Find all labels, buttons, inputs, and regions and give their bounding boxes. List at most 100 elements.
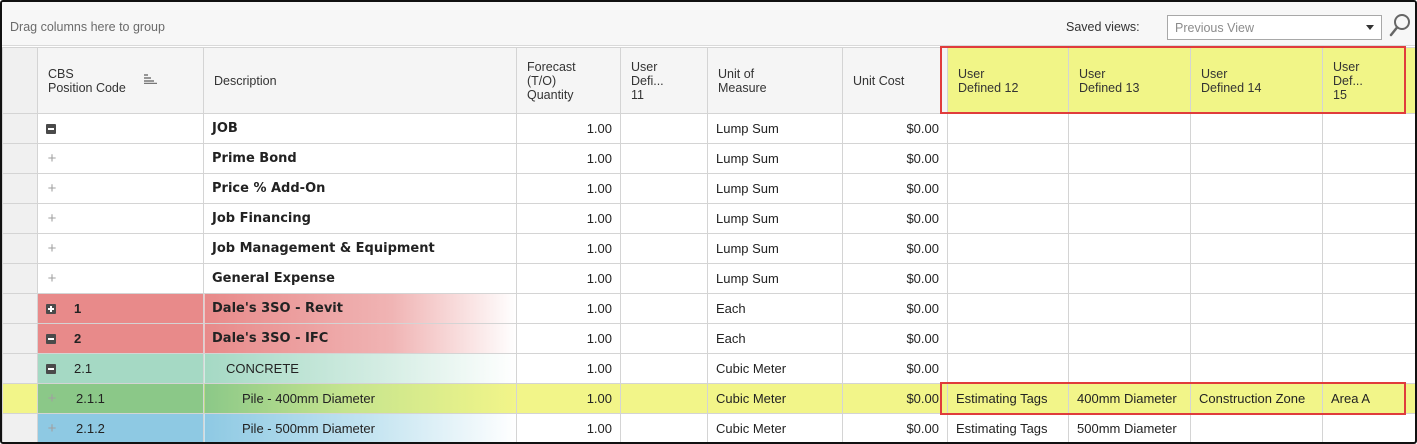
expand-icon[interactable]: + (46, 241, 58, 256)
cell-user-defined-15[interactable] (1322, 143, 1415, 174)
table-row[interactable]: + Job Financing 1.00 Lump Sum $0.00 (2, 203, 1415, 234)
cell-unit-cost[interactable]: $0.00 (842, 293, 948, 324)
cell-user-defined-13[interactable] (1068, 113, 1191, 144)
cell-user-defined-13[interactable] (1068, 233, 1191, 264)
cell-unit-of-measure[interactable]: Lump Sum (707, 173, 843, 204)
cell-user-defined-13[interactable] (1068, 203, 1191, 234)
cell-user-defined-15[interactable] (1322, 233, 1415, 264)
cell-user-defined-13[interactable]: 500mm Diameter (1068, 413, 1191, 442)
cell-user-defined-13[interactable] (1068, 143, 1191, 174)
cell-cbs-position-code[interactable]: 2 (37, 323, 204, 354)
cell-user-defined-13[interactable] (1068, 263, 1191, 294)
cell-unit-cost[interactable]: $0.00 (842, 173, 948, 204)
column-header-user-defined-11[interactable]: User Defi... 11 (620, 47, 708, 114)
cell-user-defined-15[interactable] (1322, 113, 1415, 144)
cell-user-defined-14[interactable] (1190, 353, 1323, 384)
sort-icon[interactable] (144, 74, 158, 84)
table-row[interactable]: + General Expense 1.00 Lump Sum $0.00 (2, 263, 1415, 294)
column-header-unit-of-measure[interactable]: Unit of Measure (707, 47, 843, 114)
cell-user-defined-12[interactable] (947, 113, 1069, 144)
cell-description[interactable]: Dale's 3SO - Revit (203, 293, 517, 324)
cell-unit-cost[interactable]: $0.00 (842, 413, 948, 442)
cell-description[interactable]: Job Management & Equipment (203, 233, 517, 264)
group-by-drop-area[interactable]: Drag columns here to group (10, 20, 165, 34)
cell-unit-of-measure[interactable]: Lump Sum (707, 263, 843, 294)
cell-user-defined-13[interactable] (1068, 173, 1191, 204)
cell-forecast-quantity[interactable]: 1.00 (516, 293, 621, 324)
cell-unit-of-measure[interactable]: Each (707, 323, 843, 354)
cell-description[interactable]: CONCRETE (203, 353, 517, 384)
cell-unit-of-measure[interactable]: Lump Sum (707, 233, 843, 264)
column-header-unit-cost[interactable]: Unit Cost (842, 47, 948, 114)
cell-cbs-position-code[interactable]: + (37, 203, 204, 234)
cell-user-defined-11[interactable] (620, 113, 708, 144)
cell-user-defined-11[interactable] (620, 173, 708, 204)
cell-user-defined-15[interactable] (1322, 413, 1415, 442)
cell-user-defined-15[interactable] (1322, 293, 1415, 324)
column-header-user-defined-12[interactable]: User Defined 12 (947, 47, 1069, 114)
cell-unit-cost[interactable]: $0.00 (842, 203, 948, 234)
cell-user-defined-11[interactable] (620, 353, 708, 384)
expand-icon[interactable]: + (46, 211, 58, 226)
cell-forecast-quantity[interactable]: 1.00 (516, 413, 621, 442)
cell-user-defined-12[interactable]: Estimating Tags (947, 413, 1069, 442)
saved-views-dropdown[interactable]: Previous View (1167, 15, 1382, 40)
cell-unit-of-measure[interactable]: Each (707, 293, 843, 324)
cell-user-defined-12[interactable] (947, 353, 1069, 384)
cell-user-defined-11[interactable] (620, 203, 708, 234)
table-row[interactable]: 2.1 CONCRETE 1.00 Cubic Meter $0.00 (2, 353, 1415, 384)
cell-cbs-position-code[interactable]: 1 (37, 293, 204, 324)
cell-user-defined-11[interactable] (620, 323, 708, 354)
column-header-user-defined-14[interactable]: User Defined 14 (1190, 47, 1323, 114)
expand-icon[interactable] (46, 303, 56, 314)
cell-forecast-quantity[interactable]: 1.00 (516, 203, 621, 234)
table-row[interactable]: + Job Management & Equipment 1.00 Lump Sum $… (2, 233, 1415, 264)
table-row[interactable]: + Prime Bond 1.00 Lump Sum $0.00 (2, 143, 1415, 174)
cell-cbs-position-code[interactable]: + (37, 263, 204, 294)
cell-user-defined-14[interactable]: Construction Zone (1190, 383, 1323, 414)
column-header-cbs[interactable]: CBS Position Code (37, 47, 204, 114)
cell-cbs-position-code[interactable]: + (37, 233, 204, 264)
cell-user-defined-12[interactable] (947, 233, 1069, 264)
column-header-forecast-quantity[interactable]: Forecast (T/O) Quantity (516, 47, 621, 114)
collapse-icon[interactable] (46, 363, 56, 374)
cell-user-defined-15[interactable] (1322, 173, 1415, 204)
cell-unit-cost[interactable]: $0.00 (842, 143, 948, 174)
cell-unit-cost[interactable]: $0.00 (842, 323, 948, 354)
cell-user-defined-12[interactable] (947, 173, 1069, 204)
expand-icon[interactable]: + (46, 391, 58, 406)
collapse-icon[interactable] (46, 333, 56, 344)
cell-user-defined-13[interactable] (1068, 293, 1191, 324)
cell-user-defined-12[interactable] (947, 203, 1069, 234)
cell-user-defined-12[interactable] (947, 293, 1069, 324)
expand-icon[interactable]: + (46, 271, 58, 286)
cell-unit-of-measure[interactable]: Lump Sum (707, 203, 843, 234)
cell-user-defined-11[interactable] (620, 233, 708, 264)
table-row[interactable]: +2.1.1 Pile - 400mm Diameter 1.00 Cubic Met… (2, 383, 1415, 414)
cell-description[interactable]: JOB (203, 113, 517, 144)
cell-user-defined-13[interactable] (1068, 353, 1191, 384)
cell-description[interactable]: Price % Add-On (203, 173, 517, 204)
cell-user-defined-14[interactable] (1190, 293, 1323, 324)
cell-user-defined-12[interactable]: Estimating Tags (947, 383, 1069, 414)
cell-user-defined-11[interactable] (620, 143, 708, 174)
cell-unit-of-measure[interactable]: Lump Sum (707, 113, 843, 144)
cell-user-defined-12[interactable] (947, 323, 1069, 354)
cell-unit-of-measure[interactable]: Cubic Meter (707, 383, 843, 414)
cell-user-defined-13[interactable]: 400mm Diameter (1068, 383, 1191, 414)
cell-unit-of-measure[interactable]: Cubic Meter (707, 353, 843, 384)
table-row[interactable]: 2 Dale's 3SO - IFC 1.00 Each $0.00 (2, 323, 1415, 354)
cell-user-defined-14[interactable] (1190, 113, 1323, 144)
cell-forecast-quantity[interactable]: 1.00 (516, 263, 621, 294)
cell-user-defined-14[interactable] (1190, 233, 1323, 264)
cell-user-defined-11[interactable] (620, 413, 708, 442)
cell-user-defined-14[interactable] (1190, 143, 1323, 174)
expand-icon[interactable]: + (46, 421, 58, 436)
expand-icon[interactable]: + (46, 151, 58, 166)
cell-forecast-quantity[interactable]: 1.00 (516, 113, 621, 144)
cell-description[interactable]: Job Financing (203, 203, 517, 234)
cell-user-defined-15[interactable] (1322, 353, 1415, 384)
column-header-description[interactable]: Description (203, 47, 517, 114)
cell-forecast-quantity[interactable]: 1.00 (516, 233, 621, 264)
cell-cbs-position-code[interactable]: +2.1.1 (37, 383, 204, 414)
